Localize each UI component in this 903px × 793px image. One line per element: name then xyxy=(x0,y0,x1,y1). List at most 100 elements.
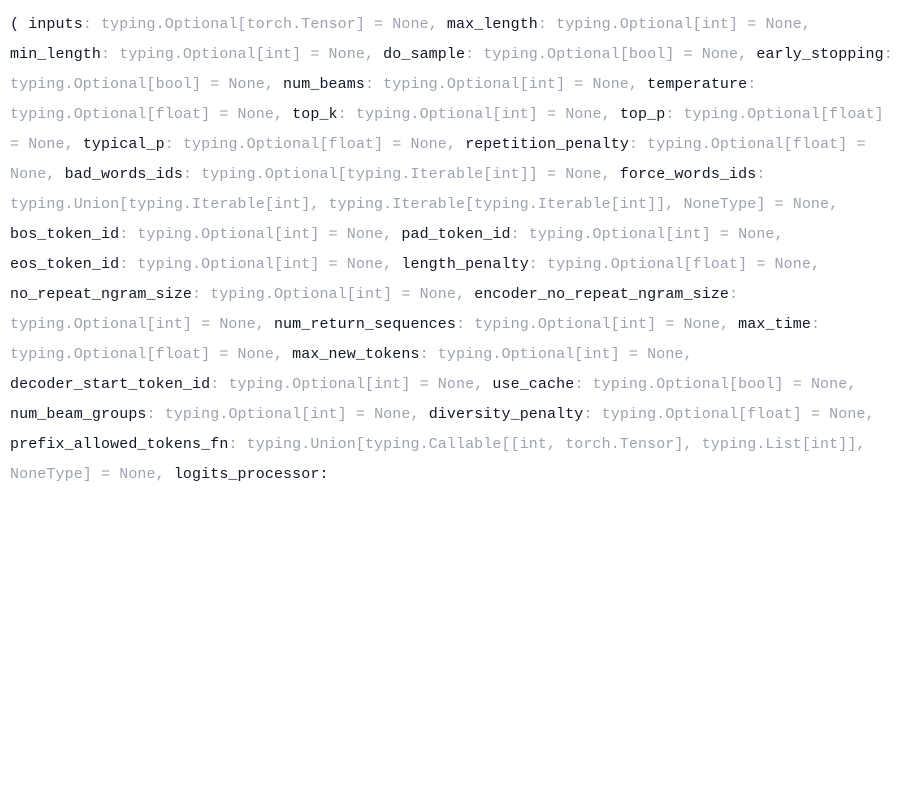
param-colon: : xyxy=(583,406,601,423)
param-separator: , xyxy=(847,376,856,393)
param-separator: , xyxy=(829,196,838,213)
param-name: use_cache xyxy=(492,376,574,393)
param-colon: : xyxy=(465,46,483,63)
param-colon: : xyxy=(747,76,756,93)
param-name: typical_p xyxy=(83,136,165,153)
param-name: bos_token_id xyxy=(10,226,119,243)
param-separator: , xyxy=(274,106,292,123)
param-type: typing.Optional[float] = None xyxy=(602,406,866,423)
param-colon: : xyxy=(629,136,647,153)
param-separator: , xyxy=(256,316,274,333)
param-name: no_repeat_ngram_size xyxy=(10,286,192,303)
param-type: typing.Union[typing.Iterable[int], typin… xyxy=(10,196,829,213)
param-name: pad_token_id xyxy=(401,226,510,243)
param-separator: , xyxy=(602,166,620,183)
param-colon: : xyxy=(119,226,137,243)
param-separator: , xyxy=(474,376,492,393)
param-name: decoder_start_token_id xyxy=(10,376,210,393)
param-separator: , xyxy=(410,406,428,423)
param-separator: , xyxy=(456,286,474,303)
param-separator: , xyxy=(383,256,401,273)
param-colon: : xyxy=(192,286,210,303)
param-name: early_stopping xyxy=(756,46,883,63)
param-type: typing.Optional[float] = None xyxy=(10,346,274,363)
open-paren: ( xyxy=(10,16,19,33)
param-colon: : xyxy=(210,376,228,393)
param-separator: , xyxy=(720,316,738,333)
param-separator: , xyxy=(866,406,875,423)
params-container: inputs: typing.Optional[torch.Tensor] = … xyxy=(10,16,893,483)
param-name: do_sample xyxy=(383,46,465,63)
param-separator: , xyxy=(429,16,447,33)
param-name: top_k xyxy=(292,106,338,123)
param-name: logits_processor xyxy=(174,466,320,483)
param-type: typing.Optional[bool] = None xyxy=(10,76,265,93)
param-separator: , xyxy=(274,346,292,363)
param-separator: , xyxy=(775,226,784,243)
param-type: typing.Optional[int] = None xyxy=(474,316,720,333)
param-name: prefix_allowed_tokens_fn xyxy=(10,436,228,453)
param-separator: , xyxy=(802,16,811,33)
param-type: typing.Optional[int] = None xyxy=(165,406,411,423)
param-type: typing.Optional[torch.Tensor] = None xyxy=(101,16,429,33)
param-type: typing.Optional[int] = None xyxy=(356,106,602,123)
param-name: top_p xyxy=(620,106,666,123)
param-name: max_new_tokens xyxy=(292,346,419,363)
param-type: typing.Optional[bool] = None xyxy=(593,376,848,393)
param-colon: : xyxy=(420,346,438,363)
param-separator: , xyxy=(629,76,647,93)
param-type: typing.Optional[int] = None xyxy=(556,16,802,33)
param-name: length_penalty xyxy=(401,256,528,273)
param-type: typing.Optional[int] = None xyxy=(383,76,629,93)
param-type: typing.Optional[int] = None xyxy=(137,226,383,243)
param-colon: : xyxy=(119,256,137,273)
param-name: min_length xyxy=(10,46,101,63)
param-type: typing.Optional[int] = None xyxy=(119,46,365,63)
param-colon: : xyxy=(228,436,246,453)
param-colon: : xyxy=(456,316,474,333)
trailing-colon: : xyxy=(319,466,328,483)
param-name: repetition_penalty xyxy=(465,136,629,153)
param-colon: : xyxy=(365,76,383,93)
param-name: eos_token_id xyxy=(10,256,119,273)
param-colon: : xyxy=(147,406,165,423)
param-name: max_time xyxy=(738,316,811,333)
param-colon: : xyxy=(338,106,356,123)
param-colon: : xyxy=(101,46,119,63)
param-colon: : xyxy=(529,256,547,273)
function-signature: ( inputs: typing.Optional[torch.Tensor] … xyxy=(10,10,893,490)
param-type: typing.Optional[int] = None xyxy=(438,346,684,363)
param-name: encoder_no_repeat_ngram_size xyxy=(474,286,729,303)
param-type: typing.Optional[typing.Iterable[int]] = … xyxy=(201,166,601,183)
param-colon: : xyxy=(538,16,556,33)
param-separator: , xyxy=(156,466,174,483)
param-separator: , xyxy=(811,256,820,273)
param-type: typing.Optional[int] = None xyxy=(137,256,383,273)
param-type: typing.Optional[int] = None xyxy=(10,316,256,333)
param-type: typing.Optional[int] = None xyxy=(529,226,775,243)
param-type: typing.Optional[float] = None xyxy=(10,106,274,123)
param-separator: , xyxy=(65,136,83,153)
param-colon: : xyxy=(729,286,738,303)
param-name: temperature xyxy=(647,76,747,93)
param-type: typing.Optional[int] = None xyxy=(210,286,456,303)
param-colon: : xyxy=(165,136,183,153)
param-name: diversity_penalty xyxy=(429,406,584,423)
param-type: typing.Optional[int] = None xyxy=(228,376,474,393)
param-colon: : xyxy=(574,376,592,393)
param-type: typing.Optional[bool] = None xyxy=(483,46,738,63)
param-name: num_beam_groups xyxy=(10,406,147,423)
param-name: num_beams xyxy=(283,76,365,93)
param-separator: , xyxy=(602,106,620,123)
param-colon: : xyxy=(811,316,820,333)
param-type: typing.Optional[float] = None xyxy=(547,256,811,273)
param-name: force_words_ids xyxy=(620,166,757,183)
param-colon: : xyxy=(756,166,765,183)
param-separator: , xyxy=(365,46,383,63)
param-colon: : xyxy=(183,166,201,183)
param-separator: , xyxy=(684,346,693,363)
param-separator: , xyxy=(383,226,401,243)
param-name: num_return_sequences xyxy=(274,316,456,333)
param-name: max_length xyxy=(447,16,538,33)
param-name: inputs xyxy=(28,16,83,33)
